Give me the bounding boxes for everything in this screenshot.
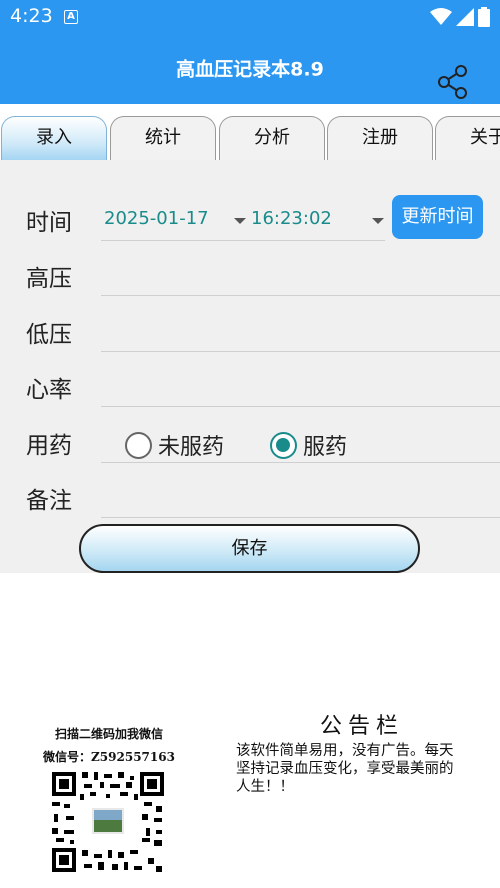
- wechat-id: 微信号：Z592557163: [43, 750, 175, 764]
- radio-not-taken-label: 未服药: [158, 435, 225, 460]
- notice-text: 该软件简单易用，没有广告。每天坚持记录血压变化，享受最美丽的人生！！: [236, 743, 454, 795]
- radio-circle[interactable]: [125, 431, 152, 459]
- tab-about[interactable]: 关于: [435, 116, 500, 160]
- wifi-icon: [430, 8, 452, 25]
- radio-taken-label: 服药: [303, 435, 348, 460]
- systolic-input[interactable]: [101, 256, 500, 294]
- date-picker[interactable]: 2025-01-17: [104, 208, 209, 229]
- status-bar: 4:23 A: [0, 0, 500, 34]
- status-time: 4:23: [10, 5, 53, 27]
- heart-rate-input[interactable]: [101, 367, 500, 405]
- share-icon[interactable]: [436, 64, 470, 100]
- entry-form: 时间 2025-01-17 16:23:02 更新时间 高压 低压 心率 用药 …: [0, 160, 500, 573]
- time-dropdown-icon[interactable]: [372, 218, 384, 224]
- tab-bar: 录入 统计 分析 注册 关于: [0, 104, 500, 160]
- system-icons: [430, 7, 490, 27]
- time-picker[interactable]: 16:23:02: [251, 208, 332, 229]
- systolic-label: 高压: [26, 266, 72, 292]
- signal-icon: [456, 8, 474, 26]
- time-label: 时间: [26, 210, 72, 236]
- heart-rate-label: 心率: [26, 377, 72, 403]
- tab-register[interactable]: 注册: [327, 116, 433, 160]
- date-dropdown-icon[interactable]: [234, 218, 246, 224]
- radio-circle-checked[interactable]: [270, 431, 297, 459]
- tab-analysis[interactable]: 分析: [219, 116, 325, 160]
- medication-underline: [101, 462, 500, 463]
- note-input[interactable]: [101, 478, 500, 516]
- radio-not-taken[interactable]: 未服药: [125, 429, 224, 461]
- diastolic-label: 低压: [26, 322, 72, 348]
- radio-taken[interactable]: 服药: [270, 429, 347, 461]
- diastolic-input[interactable]: [101, 312, 500, 350]
- update-time-button[interactable]: 更新时间: [392, 195, 483, 239]
- tab-entry[interactable]: 录入: [1, 116, 107, 160]
- systolic-underline: [101, 295, 500, 296]
- battery-icon: [478, 7, 490, 27]
- notice-title: 公告栏: [319, 714, 404, 739]
- app-bar: 高血压记录本8.9: [0, 34, 500, 104]
- notification-badge: A: [64, 10, 78, 24]
- heart-rate-underline: [101, 406, 500, 407]
- diastolic-underline: [101, 351, 500, 352]
- save-button[interactable]: 保存: [79, 524, 420, 573]
- note-label: 备注: [26, 488, 72, 514]
- app-title: 高血压记录本8.9: [176, 58, 324, 81]
- tab-statistics[interactable]: 统计: [110, 116, 216, 160]
- qr-caption: 扫描二维码加我微信: [54, 727, 163, 741]
- qr-code-image: [50, 770, 166, 874]
- time-underline: [101, 240, 385, 241]
- medication-label: 用药: [26, 433, 72, 459]
- note-underline: [101, 517, 500, 518]
